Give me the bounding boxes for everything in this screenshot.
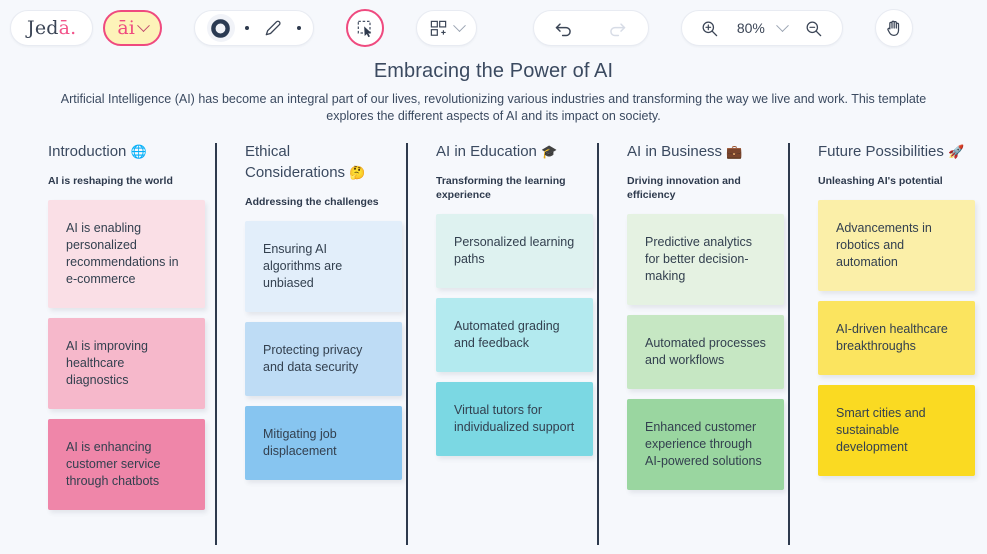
circle-shape-icon: [211, 18, 231, 38]
ai-assistant-label: āi: [117, 16, 135, 39]
sticky-note-card[interactable]: Automated processes and workflows: [627, 315, 784, 389]
zoom-level-label[interactable]: 80%: [737, 20, 765, 36]
zoom-group: 80%: [680, 10, 843, 46]
sticky-note-card[interactable]: AI is improving healthcare diagnostics: [48, 318, 205, 409]
zoom-chevron-down-icon[interactable]: [775, 18, 789, 32]
column-heading[interactable]: Ethical Considerations 🤔: [245, 141, 394, 183]
sticky-note-card[interactable]: AI is enabling personalized recommendati…: [48, 200, 205, 308]
sticky-note-card[interactable]: AI is enhancing customer service through…: [48, 419, 205, 510]
frame-tool-chevron-down-icon: [452, 18, 466, 32]
app-logo-accent: ā.: [58, 17, 77, 39]
magnifier-minus-icon: [806, 21, 822, 36]
redo-button[interactable]: [604, 14, 632, 42]
app-logo-text: Jed: [27, 17, 59, 39]
column-heading[interactable]: AI in Education 🎓: [436, 141, 585, 162]
column-heading[interactable]: Future Possibilities 🚀: [818, 141, 967, 162]
sticky-note-card[interactable]: Automated grading and feedback: [436, 298, 593, 372]
column-heading[interactable]: AI in Business 💼: [627, 141, 776, 162]
column-heading-text: Future Possibilities: [818, 143, 944, 160]
ai-assistant-button[interactable]: āi: [103, 10, 162, 46]
column-divider: [215, 143, 217, 545]
column-heading[interactable]: Introduction 🌐: [48, 141, 197, 162]
board-column: Introduction 🌐 AI is reshaping the world A…: [8, 141, 215, 553]
hand-tool-button[interactable]: [874, 9, 913, 47]
zoom-out-button[interactable]: [800, 14, 828, 42]
rocket-icon: 🚀: [948, 144, 965, 159]
column-subheading[interactable]: Transforming the learning experience: [436, 174, 585, 202]
column-subheading[interactable]: Addressing the challenges: [245, 195, 394, 209]
briefcase-icon: 💼: [726, 144, 743, 159]
column-subheading[interactable]: Driving innovation and efficiency: [627, 174, 776, 202]
sticky-note-card[interactable]: Ensuring AI algorithms are unbiased: [245, 221, 402, 312]
globe-icon: 🌐: [130, 144, 147, 159]
column-heading-text: Introduction: [48, 143, 127, 160]
column-divider: [788, 143, 790, 545]
page-title: Embracing the Power of AI: [373, 60, 614, 82]
pen-tool-button[interactable]: [259, 14, 287, 42]
toolbar: Jed ā. āi 80%: [0, 0, 987, 56]
grid-frame-icon: [430, 20, 447, 36]
sticky-note-card[interactable]: Protecting privacy and data security: [245, 322, 402, 396]
sticky-note-card[interactable]: Predictive analytics for better decision…: [627, 214, 784, 305]
sticky-note-card[interactable]: Mitigating job displacement: [245, 406, 402, 480]
draw-tools-group: [193, 10, 314, 46]
sticky-note-card[interactable]: Enhanced customer experience through AI-…: [627, 399, 784, 490]
column-heading-text: AI in Business: [627, 143, 723, 160]
column-heading-text: AI in Education: [436, 143, 537, 160]
pencil-icon: [265, 20, 281, 36]
shape-tool-button[interactable]: [206, 14, 235, 42]
graduation-cap-icon: 🎓: [541, 144, 558, 159]
app-logo[interactable]: Jed ā.: [10, 10, 94, 46]
board-columns: Introduction 🌐 AI is reshaping the world A…: [0, 141, 987, 553]
magnifier-plus-icon: [702, 21, 718, 36]
board-column: AI in Business 💼 Driving innovation and e…: [597, 141, 788, 553]
sticky-note-card[interactable]: AI-driven healthcare breakthroughs: [818, 301, 975, 375]
sticky-note-card[interactable]: Personalized learning paths: [436, 214, 593, 288]
column-heading-text: Ethical Considerations: [245, 143, 346, 181]
chevron-down-icon: [136, 18, 150, 32]
frame-tool-button[interactable]: [415, 10, 477, 46]
shape-tool-options-dot[interactable]: [244, 26, 249, 30]
undo-button[interactable]: [550, 14, 578, 42]
page-subtitle: Artificial Intelligence (AI) has become …: [60, 92, 927, 123]
canvas: Embracing the Power of AI Artificial Int…: [0, 56, 987, 554]
board-column: Future Possibilities 🚀 Unleashing AI's po…: [788, 141, 979, 553]
select-tool-button[interactable]: [345, 9, 384, 47]
marquee-select-icon: [357, 20, 372, 38]
history-group: [532, 10, 649, 46]
column-subheading[interactable]: Unleashing AI's potential: [818, 174, 967, 188]
board-column: Ethical Considerations 🤔 Addressing the c…: [215, 141, 406, 553]
column-divider: [597, 143, 599, 545]
hand-icon: [887, 20, 899, 36]
pen-tool-options-dot[interactable]: [296, 26, 301, 30]
sticky-note-card[interactable]: Advancements in robotics and automation: [818, 200, 975, 291]
column-divider: [406, 143, 408, 545]
thinking-face-icon: 🤔: [349, 165, 366, 180]
redo-arrow-icon: [610, 22, 626, 36]
undo-arrow-icon: [556, 22, 572, 36]
board-column: AI in Education 🎓 Transforming the learni…: [406, 141, 597, 553]
zoom-in-button[interactable]: [696, 14, 724, 42]
sticky-note-card[interactable]: Virtual tutors for individualized suppor…: [436, 382, 593, 456]
sticky-note-card[interactable]: Smart cities and sustainable development: [818, 385, 975, 476]
column-subheading[interactable]: AI is reshaping the world: [48, 174, 197, 188]
